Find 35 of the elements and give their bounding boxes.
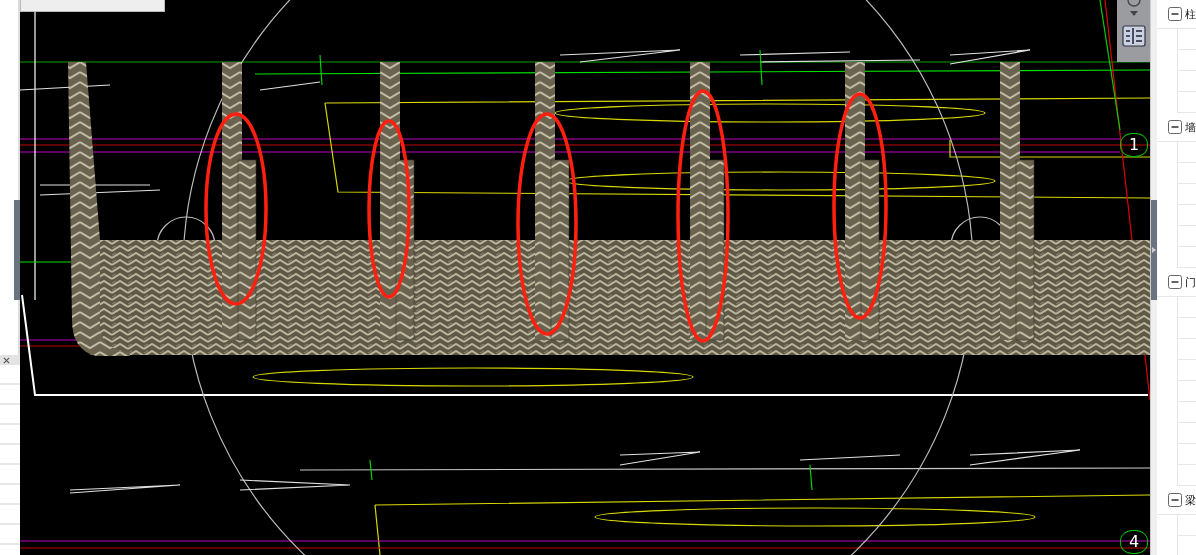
tree-row[interactable] [1177,297,1196,318]
tree-row[interactable] [1177,184,1196,205]
collapse-icon[interactable] [1168,120,1182,134]
axis-label: 4 [1120,530,1148,554]
close-icon[interactable] [3,357,10,364]
tree-row[interactable] [1177,142,1196,163]
tree-row[interactable] [1177,50,1196,71]
collapse-icon[interactable] [1168,275,1182,289]
tree-row[interactable] [1177,226,1196,247]
tree-row[interactable] [1177,205,1196,226]
tree-group-label[interactable]: 门 [1185,274,1196,290]
3d-viewport[interactable]: 1 4 [20,0,1150,555]
tree-row[interactable] [1177,465,1196,486]
caret-icon[interactable] [1129,11,1138,16]
tree-row[interactable] [1177,515,1196,536]
tree-group-label[interactable]: 梁 [1185,492,1196,508]
tree-row[interactable] [1177,318,1196,339]
tree-row[interactable] [1177,247,1196,268]
tree-row[interactable] [1177,92,1196,113]
checklist-icon[interactable] [1121,25,1146,47]
tree-row[interactable] [1177,381,1196,402]
tree-row[interactable] [1177,71,1196,92]
tree-row[interactable] [1177,423,1196,444]
tree-group-label[interactable]: 柱 [1185,6,1196,22]
tree-row[interactable] [1177,444,1196,465]
panel-handle[interactable] [14,200,20,300]
tree-group-label[interactable]: 墙 [1185,119,1196,135]
tree-row[interactable] [1177,29,1196,50]
tree-row[interactable] [1177,360,1196,381]
tree-row[interactable] [1177,402,1196,423]
tree-row[interactable] [1177,339,1196,360]
axis-label: 1 [1120,133,1148,157]
tree-row[interactable] [1177,163,1196,184]
collapse-icon[interactable] [1168,7,1182,21]
collapse-icon[interactable] [1168,493,1182,507]
